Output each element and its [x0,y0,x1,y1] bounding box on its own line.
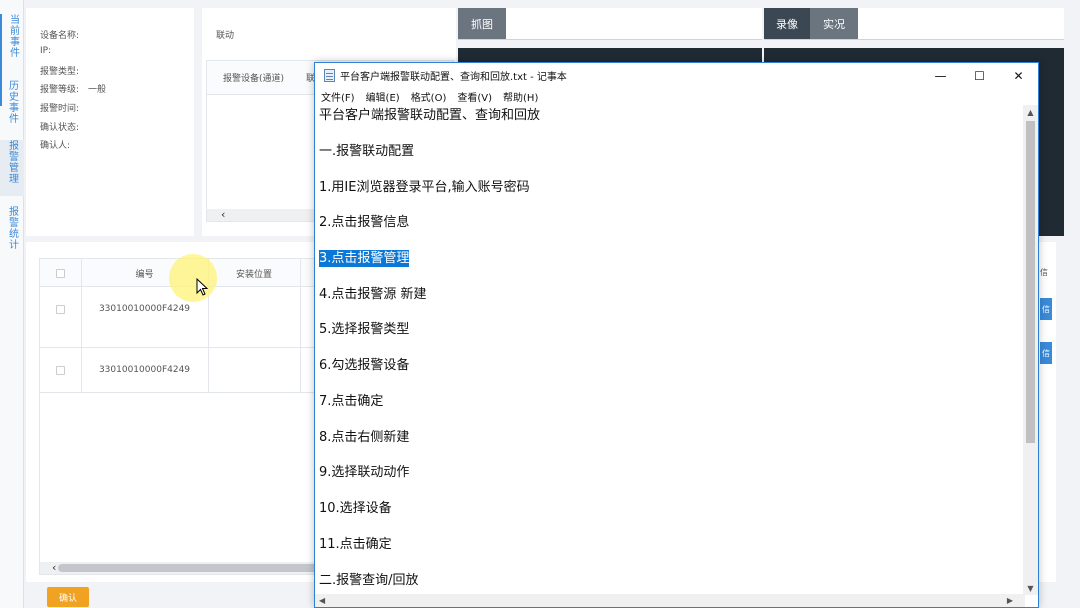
text-line: 5.选择报警类型 [319,322,410,337]
scroll-down-icon[interactable]: ▼ [1023,581,1038,595]
row-info-button[interactable]: 信 [1040,342,1052,364]
text-line: 9.选择联动动作 [319,465,410,480]
tab-alarm-management[interactable]: 报警管理 [0,140,24,196]
capture-panel-header: 抓图 [458,8,762,40]
field-label: 报警类型: [40,67,80,77]
window-controls: — ☐ ✕ [921,63,1038,88]
scroll-left-icon[interactable]: ◀ [319,594,325,607]
detail-row-alarm-time: 报警时间: [40,101,79,114]
field-label: 报警时间: [40,104,80,114]
text-line: 二.报警查询/回放 [319,573,419,588]
text-line: 一.报警联动配置 [319,144,415,159]
field-label: IP: [40,46,52,56]
tab-label: 报警统计 [6,206,18,250]
column-header-alarm-device: 报警设备(通道) [223,74,285,84]
select-all-checkbox[interactable] [56,268,65,278]
menu-format[interactable]: 格式(O) [411,89,447,104]
scroll-left-icon[interactable]: ‹ [52,561,56,574]
tab-capture[interactable]: 抓图 [458,8,506,39]
row-checkbox[interactable] [56,304,65,314]
detail-row-device-name: 设备名称: [40,28,79,41]
row-checkbox[interactable] [56,365,65,375]
cursor-highlight [169,254,217,302]
notepad-app-icon [324,69,335,82]
scroll-right-icon[interactable]: ▶ [1007,594,1013,607]
text-line: 2.点击报警信息 [319,215,410,230]
minimize-button[interactable]: — [921,63,960,88]
detail-row-confirm-status: 确认状态: [40,120,79,133]
row-location [208,347,300,393]
menu-file[interactable]: 文件(F) [321,89,355,104]
text-line: 4.点击报警源 新建 [319,287,427,302]
field-label: 报警等级: [40,85,80,95]
tab-history-events[interactable]: 历史事件 [0,80,24,140]
tab-live[interactable]: 实况 [810,8,858,39]
event-detail-panel: 设备名称: IP: 报警类型: 报警等级: 一般 报警时间: 确认状态: 确认人: [26,8,194,236]
detail-row-ip: IP: [40,46,51,56]
row-id: 33010010000F4249 [98,365,191,375]
selected-text-line: 3.点击报警管理 [319,250,410,267]
field-label: 确认状态: [40,123,80,133]
text-line: 8.点击右侧新建 [319,430,410,445]
tab-alarm-statistics[interactable]: 报警统计 [0,206,24,256]
text-line: 平台客户端报警联动配置、查询和回放 [319,108,541,123]
field-label: 设备名称: [40,31,80,41]
linkage-title: 联动 [216,31,235,41]
video-panel-header: 录像 实况 [764,8,1064,40]
confirm-button[interactable]: 确认 [47,587,89,607]
row-info-button[interactable]: 信 [1040,298,1052,320]
select-all-cell [40,259,81,287]
window-title: 平台客户端报警联动配置、查询和回放.txt - 记事本 [340,72,567,83]
row-location [208,287,300,331]
left-vertical-tabs: 当前事件 历史事件 报警管理 报警统计 [0,0,24,608]
field-value: 一般 [88,85,107,95]
notepad-menubar: 文件(F) 编辑(E) 格式(O) 查看(V) 帮助(H) [315,88,1038,105]
notepad-vertical-scrollbar[interactable]: ▲ ▼ [1023,105,1038,595]
maximize-button[interactable]: ☐ [960,63,999,88]
close-button[interactable]: ✕ [999,63,1038,88]
notepad-horizontal-scrollbar[interactable]: ◀ ▶ [315,594,1025,607]
text-line: 1.用IE浏览器登录平台,输入账号密码 [319,180,530,195]
tab-label: 报警管理 [6,140,18,184]
table-row[interactable] [40,287,81,331]
detail-row-alarm-level: 报警等级: 一般 [40,82,106,95]
mouse-pointer-icon [196,278,208,296]
table-row[interactable] [40,347,81,393]
scroll-thumb[interactable] [1026,121,1035,443]
text-line: 7.点击确定 [319,394,384,409]
scroll-left-icon[interactable]: ‹ [221,208,225,221]
tab-recording[interactable]: 录像 [764,8,810,39]
text-line: 6.勾选报警设备 [319,358,410,373]
text-line: 10.选择设备 [319,501,392,516]
menu-edit[interactable]: 编辑(E) [366,89,400,104]
column-divider [300,259,301,393]
field-label: 确认人: [40,141,71,151]
menu-help[interactable]: 帮助(H) [503,89,538,104]
tab-label: 历史事件 [6,80,18,124]
scroll-thumb[interactable] [58,564,318,572]
notepad-window[interactable]: 平台客户端报警联动配置、查询和回放.txt - 记事本 — ☐ ✕ 文件(F) … [314,62,1039,608]
notepad-text-area[interactable]: 平台客户端报警联动配置、查询和回放 一.报警联动配置 1.用IE浏览器登录平台,… [315,105,1025,595]
detail-row-confirmer: 确认人: [40,138,70,151]
column-header-partial: 信 [1040,267,1048,277]
notepad-titlebar[interactable]: 平台客户端报警联动配置、查询和回放.txt - 记事本 — ☐ ✕ [315,63,1038,88]
detail-row-alarm-type: 报警类型: [40,64,79,77]
column-header-location: 安装位置 [235,269,272,280]
text-line: 11.点击确定 [319,537,392,552]
scroll-up-icon[interactable]: ▲ [1023,105,1038,119]
menu-view[interactable]: 查看(V) [457,89,492,104]
